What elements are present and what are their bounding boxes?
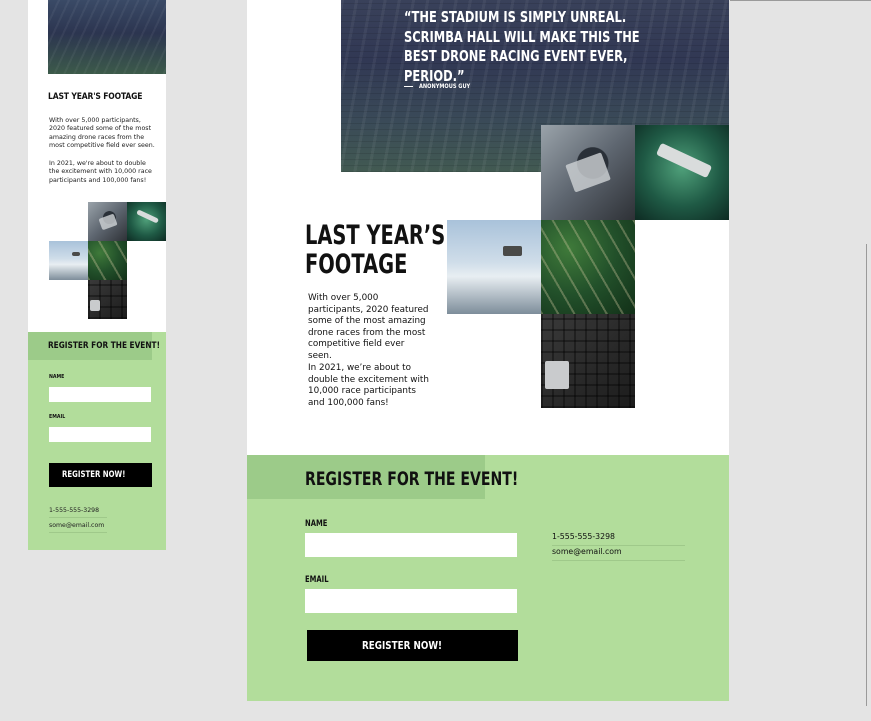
section-title: LAST YEAR'S FOOTAGE xyxy=(48,92,143,102)
drone-gear-flatlay-image xyxy=(88,280,127,319)
quote-author: ANONYMOUS GUY xyxy=(419,82,471,90)
drone-green-image xyxy=(127,202,166,241)
register-header: REGISTER FOR THE EVENT! xyxy=(247,455,518,499)
register-button-label: REGISTER NOW! xyxy=(362,639,443,652)
email-label: EMAIL xyxy=(305,575,329,585)
divider-line xyxy=(866,244,867,706)
footage-paragraph: In 2021, we’re about to double the excit… xyxy=(308,363,429,408)
email-label: EMAIL xyxy=(49,414,66,420)
email-input[interactable] xyxy=(49,427,151,442)
register-section: REGISTER FOR THE EVENT! NAME EMAIL REGIS… xyxy=(247,455,729,701)
name-label: NAME xyxy=(305,519,328,529)
forest-road-image xyxy=(541,220,635,314)
footage-paragraph: With over 5,000 participants, 2020 featu… xyxy=(49,117,155,150)
register-section: REGISTER FOR THE EVENT! NAME EMAIL REGIS… xyxy=(28,332,166,550)
forest-road-image xyxy=(88,241,127,280)
quote-dash xyxy=(404,86,413,87)
name-label: NAME xyxy=(49,374,65,380)
stadium-image xyxy=(48,0,166,74)
contact-phone: 1-555-555-3298 xyxy=(552,532,685,546)
name-input[interactable] xyxy=(305,533,517,557)
mobile-preview: LAST YEAR'S FOOTAGE With over 5,000 part… xyxy=(28,0,166,550)
drone-sky-image xyxy=(49,241,88,280)
footage-paragraph: In 2021, we're about to double the excit… xyxy=(49,160,152,184)
register-title: REGISTER FOR THE EVENT! xyxy=(305,468,519,490)
hands-controller-image xyxy=(541,125,635,220)
testimonial-quote: “THE STADIUM IS SIMPLY UNREAL. SCRIMBA H… xyxy=(404,8,640,85)
section-title: LAST YEAR’S FOOTAGE xyxy=(305,220,446,280)
register-button[interactable]: REGISTER NOW! xyxy=(49,463,152,487)
drone-green-image xyxy=(635,125,729,220)
register-button-label: REGISTER NOW! xyxy=(61,470,126,480)
contact-phone: 1-555-555-3298 xyxy=(49,507,107,518)
contact-email[interactable]: some@email.com xyxy=(49,522,107,533)
name-input[interactable] xyxy=(49,387,151,402)
register-button[interactable]: REGISTER NOW! xyxy=(307,630,518,661)
register-header: REGISTER FOR THE EVENT! xyxy=(28,332,160,360)
contact-email[interactable]: some@email.com xyxy=(552,547,685,561)
divider-line xyxy=(730,0,871,1)
footage-paragraph: With over 5,000 participants, 2020 featu… xyxy=(308,293,429,361)
desktop-preview: “THE STADIUM IS SIMPLY UNREAL. SCRIMBA H… xyxy=(247,0,729,701)
drone-gear-flatlay-image xyxy=(541,314,635,408)
email-input[interactable] xyxy=(305,589,517,613)
hands-controller-image xyxy=(88,202,127,241)
register-title: REGISTER FOR THE EVENT! xyxy=(48,341,160,351)
